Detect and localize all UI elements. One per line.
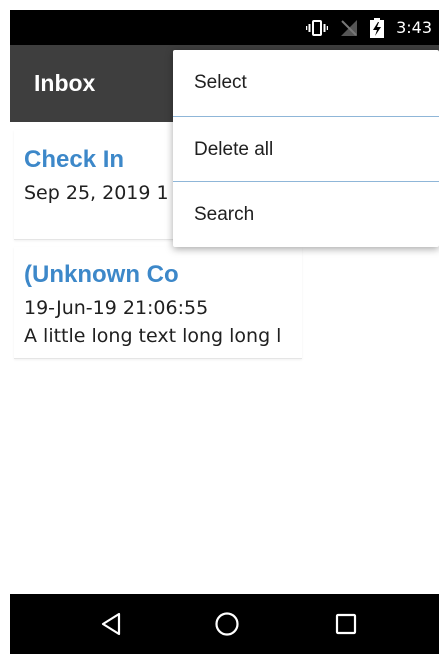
list-item[interactable]: (Unknown Co 19-Jun-19 21:06:55 A little … bbox=[14, 247, 302, 359]
navigation-bar bbox=[10, 594, 439, 654]
phone-screen: 3:43 Inbox Check In Sep 25, 2019 1 (Unkn… bbox=[10, 10, 439, 654]
message-title: Check In bbox=[24, 146, 125, 173]
home-icon[interactable] bbox=[212, 609, 242, 639]
status-bar: 3:43 bbox=[10, 10, 439, 45]
message-title: (Unknown Co bbox=[24, 261, 179, 288]
battery-charging-icon bbox=[370, 17, 385, 38]
back-icon[interactable] bbox=[96, 609, 126, 639]
overflow-menu: Select Delete all Search bbox=[173, 50, 439, 247]
menu-item-search[interactable]: Search bbox=[173, 182, 439, 248]
no-sim-icon bbox=[340, 19, 358, 37]
message-preview: A little long text long long l bbox=[24, 325, 282, 347]
vibrate-icon bbox=[306, 19, 329, 36]
recents-icon[interactable] bbox=[331, 609, 361, 639]
message-date: Sep 25, 2019 1 bbox=[24, 182, 169, 204]
menu-item-select[interactable]: Select bbox=[173, 50, 439, 116]
status-time: 3:43 bbox=[396, 18, 432, 37]
message-date: 19-Jun-19 21:06:55 bbox=[24, 297, 209, 319]
menu-item-delete-all[interactable]: Delete all bbox=[173, 117, 439, 183]
page-title: Inbox bbox=[34, 70, 96, 96]
